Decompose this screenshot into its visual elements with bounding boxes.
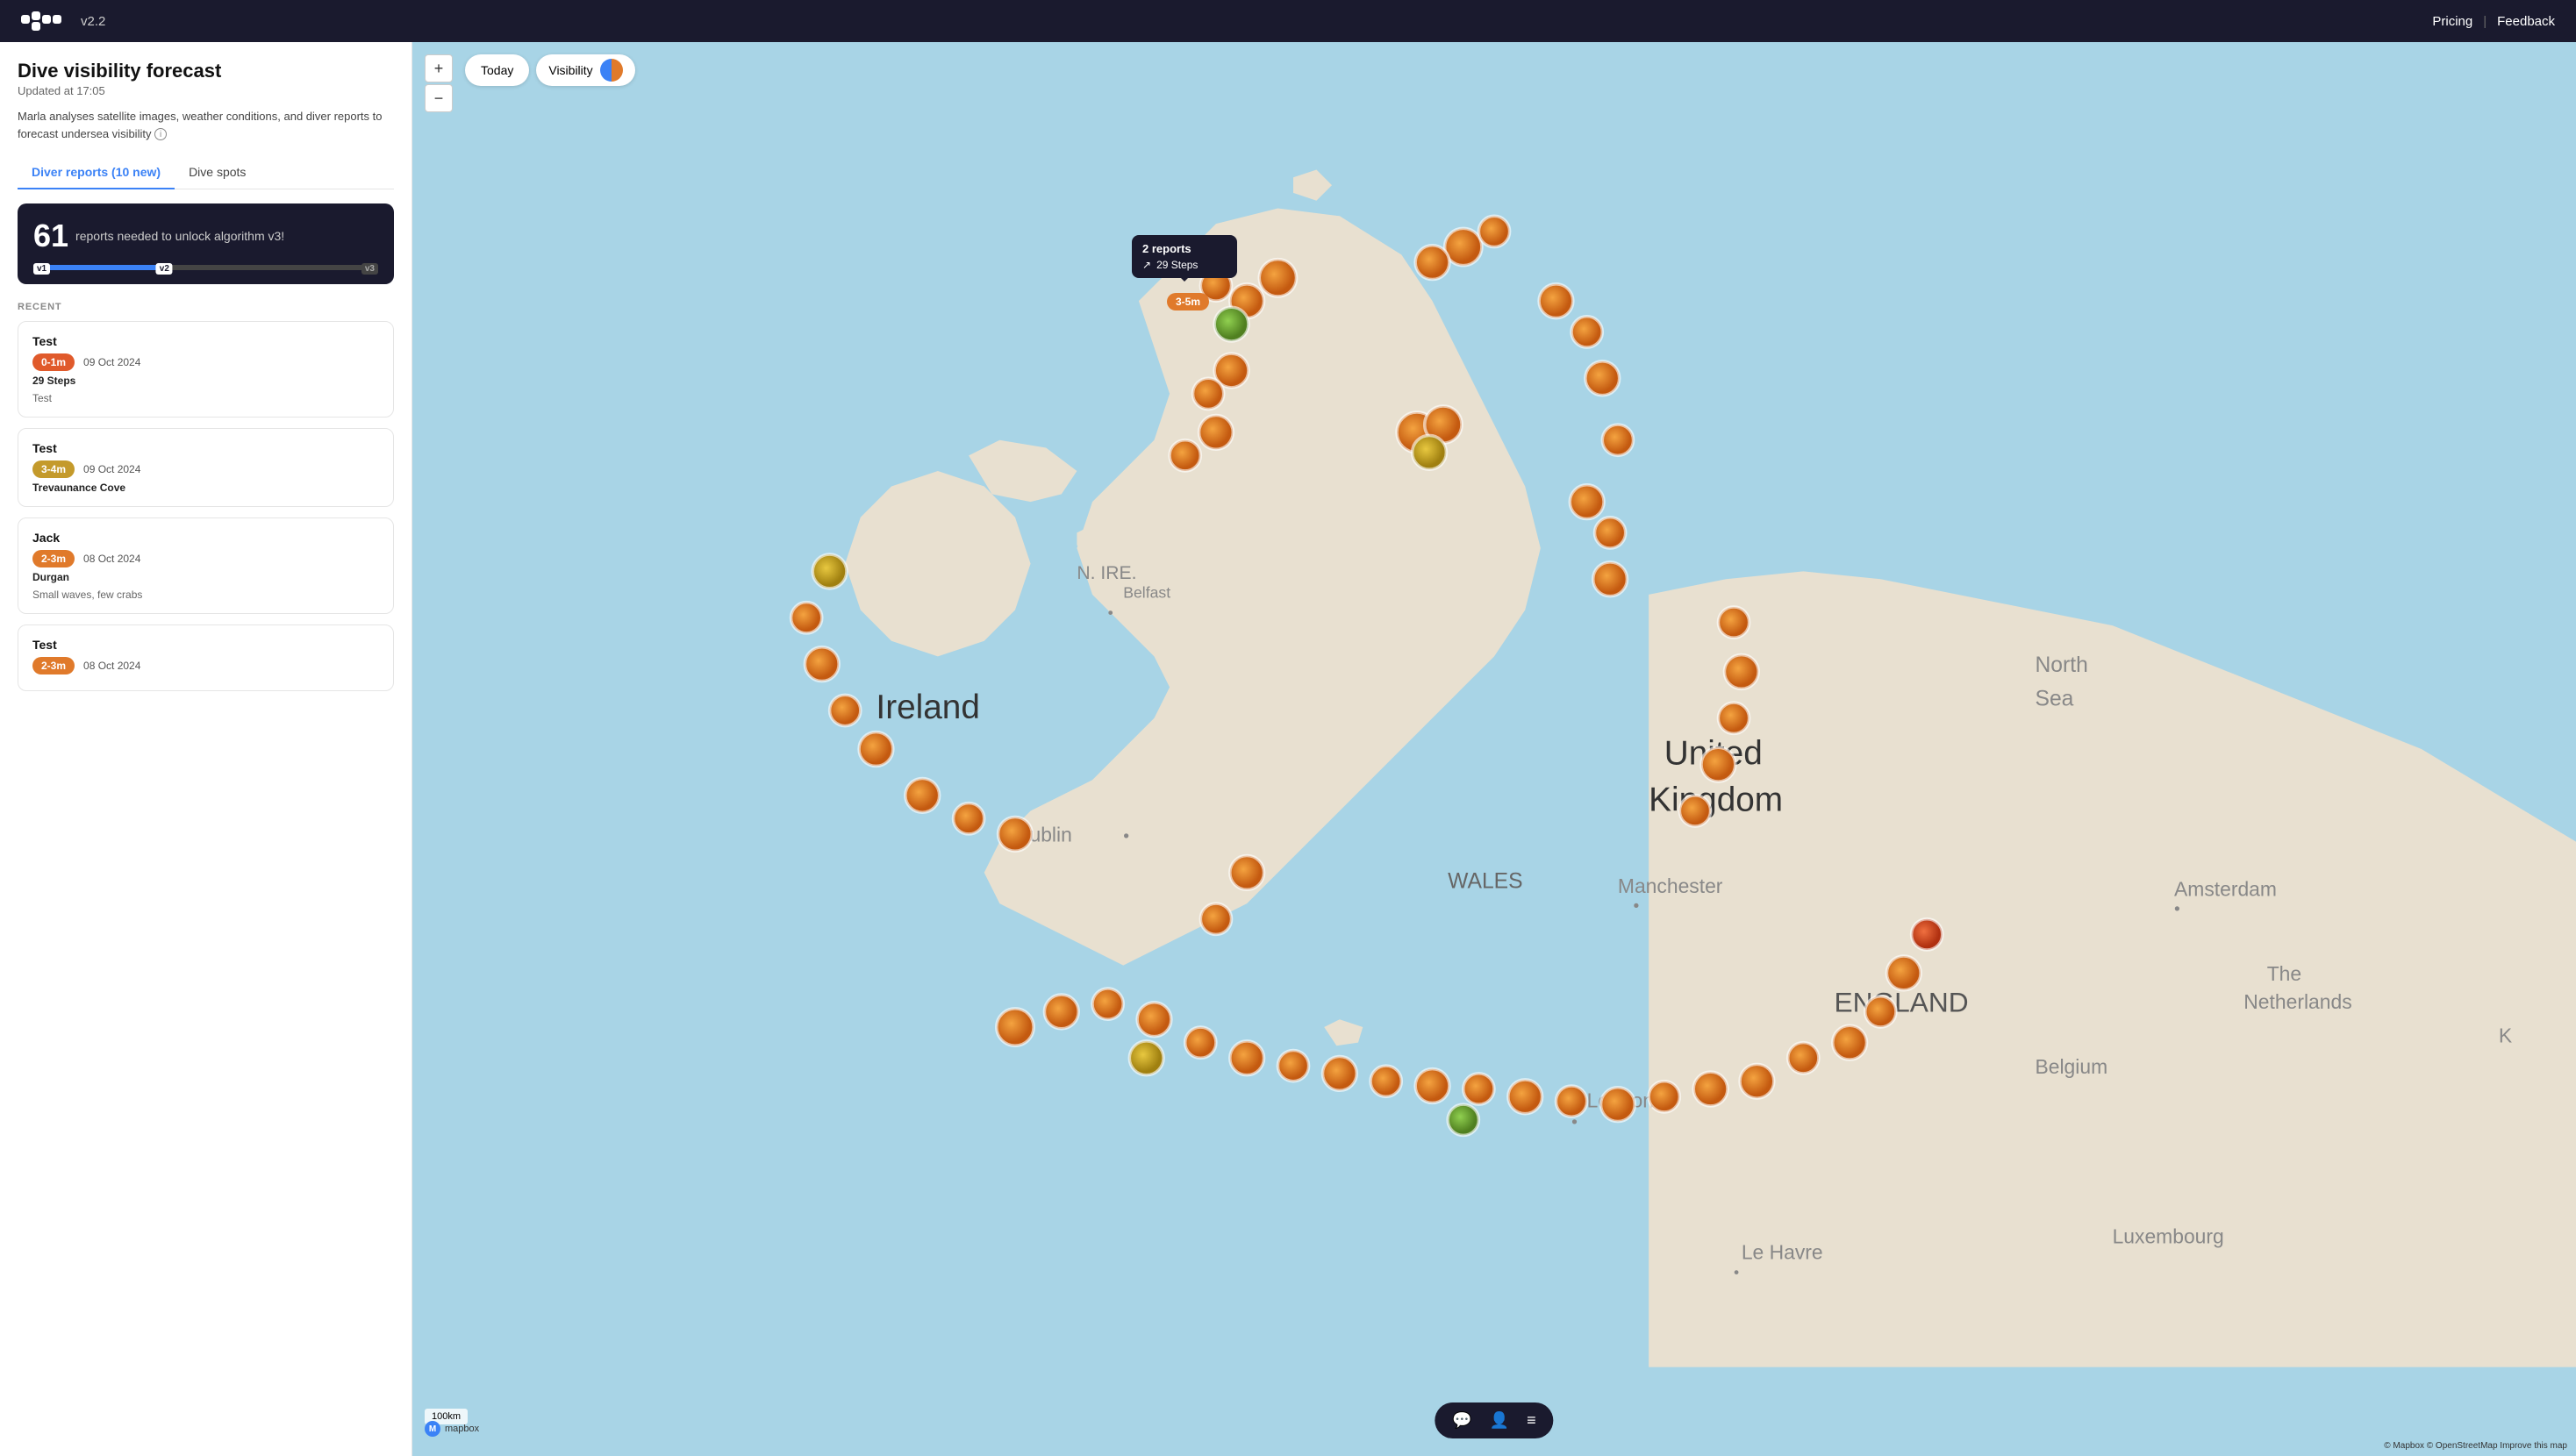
progress-track (33, 265, 378, 270)
recent-label: RECENT (18, 302, 394, 312)
svg-text:N. IRE.: N. IRE. (1077, 563, 1136, 583)
map-zoom-controls: + − (425, 54, 453, 112)
visibility-icon (600, 59, 623, 82)
report-location-1: Trevaunance Cove (32, 482, 379, 494)
svg-text:•: • (1123, 827, 1129, 846)
pricing-link[interactable]: Pricing (2432, 14, 2472, 29)
report-user-1: Test (32, 441, 379, 455)
progress-v2-label: v2 (156, 263, 173, 275)
bottom-chat-bar: 💬 👤 ≡ (1435, 1402, 1553, 1438)
report-location-2: Durgan (32, 571, 379, 583)
report-meta-row-3: 2-3m 08 Oct 2024 (32, 657, 379, 674)
report-note-2: Small waves, few crabs (32, 589, 379, 601)
sidebar: Dive visibility forecast Updated at 17:0… (0, 42, 412, 1456)
report-card-1[interactable]: Test 3-4m 09 Oct 2024 Trevaunance Cove (18, 428, 394, 507)
svg-text:•: • (1734, 1263, 1739, 1281)
svg-text:Kingdom: Kingdom (1649, 781, 1783, 818)
mapbox-label: mapbox (445, 1424, 479, 1434)
visibility-label: Visibility (548, 63, 592, 77)
zoom-out-button[interactable]: − (425, 84, 453, 112)
svg-text:K: K (2499, 1024, 2512, 1047)
counter-number: 61 (33, 218, 68, 254)
app-version: v2.2 (81, 14, 105, 29)
zoom-in-button[interactable]: + (425, 54, 453, 82)
report-user-0: Test (32, 334, 379, 348)
report-card[interactable]: Test 0-1m 09 Oct 2024 29 Steps Test (18, 321, 394, 418)
visibility-badge-1: 3-4m (32, 460, 75, 478)
svg-text:The: The (2267, 962, 2301, 985)
svg-text:WALES: WALES (1448, 870, 1522, 894)
report-meta-row-0: 0-1m 09 Oct 2024 (32, 353, 379, 371)
report-user-3: Test (32, 638, 379, 652)
nav-divider: | (2483, 14, 2487, 29)
progress-bar-wrap: v1 v2 v3 (33, 265, 378, 270)
svg-text:•: • (1108, 603, 1113, 621)
sidebar-inner: Dive visibility forecast Updated at 17:0… (0, 42, 411, 1456)
report-card-2[interactable]: Jack 2-3m 08 Oct 2024 Durgan Small waves… (18, 517, 394, 614)
counter-text: reports needed to unlock algorithm v3! (75, 229, 284, 243)
report-note-0: Test (32, 392, 379, 404)
menu-icon[interactable]: ≡ (1527, 1411, 1536, 1430)
tab-diver-reports[interactable]: Diver reports (10 new) (18, 156, 175, 189)
report-location-0: 29 Steps (32, 375, 379, 387)
svg-text:Le Havre: Le Havre (1742, 1240, 1823, 1263)
map-visibility-chip: 3-5m (1167, 293, 1209, 310)
map-tooltip: 2 reports ↗ 29 Steps (1132, 235, 1237, 278)
svg-text:North: North (2036, 653, 2088, 677)
map-area[interactable]: United Kingdom Ireland ENGLAND WALES Nor… (412, 42, 2576, 1456)
feedback-link[interactable]: Feedback (2497, 14, 2555, 29)
steps-icon: ↗ (1142, 259, 1151, 271)
progress-fill (33, 265, 171, 270)
svg-text:Amsterdam: Amsterdam (2174, 877, 2277, 900)
map-background: United Kingdom Ireland ENGLAND WALES Nor… (412, 42, 2576, 1456)
progress-v1-label: v1 (33, 263, 50, 275)
counter-row: 61 reports needed to unlock algorithm v3… (33, 218, 378, 254)
report-meta-row-2: 2-3m 08 Oct 2024 (32, 550, 379, 567)
nav-right: Pricing | Feedback (2432, 14, 2555, 29)
logo-icon (21, 11, 67, 32)
description-text: Marla analyses satellite images, weather… (18, 108, 394, 142)
people-icon[interactable]: 👤 (1490, 1411, 1509, 1430)
svg-text:•: • (2174, 899, 2180, 918)
main-layout: Dive visibility forecast Updated at 17:0… (0, 42, 2576, 1456)
svg-text:Belfast: Belfast (1123, 583, 1170, 601)
visibility-badge-3: 2-3m (32, 657, 75, 674)
report-date-2: 08 Oct 2024 (83, 553, 140, 565)
svg-text:Luxembourg: Luxembourg (2113, 1225, 2224, 1248)
logo-area: v2.2 (21, 11, 105, 32)
visibility-badge-0: 0-1m (32, 353, 75, 371)
tooltip-steps: ↗ 29 Steps (1142, 259, 1227, 271)
today-button[interactable]: Today (465, 54, 529, 86)
report-user-2: Jack (32, 531, 379, 545)
report-date-1: 09 Oct 2024 (83, 463, 140, 475)
top-navigation: v2.2 Pricing | Feedback (0, 0, 2576, 42)
report-card-3[interactable]: Test 2-3m 08 Oct 2024 (18, 625, 394, 691)
tab-bar: Diver reports (10 new) Dive spots (18, 156, 394, 189)
steps-text: 29 Steps (1156, 259, 1198, 271)
report-date-0: 09 Oct 2024 (83, 356, 140, 368)
svg-text:Manchester: Manchester (1618, 874, 1723, 897)
visibility-badge-2: 2-3m (32, 550, 75, 567)
page-title: Dive visibility forecast (18, 60, 394, 82)
svg-text:Belgium: Belgium (2036, 1055, 2108, 1078)
tab-dive-spots[interactable]: Dive spots (175, 156, 260, 189)
counter-box: 61 reports needed to unlock algorithm v3… (18, 203, 394, 284)
info-icon[interactable]: i (154, 128, 167, 140)
svg-text:Ireland: Ireland (876, 689, 979, 726)
mapbox-logo-icon: M (425, 1421, 440, 1437)
svg-text:Netherlands: Netherlands (2243, 990, 2351, 1013)
chat-icon[interactable]: 💬 (1452, 1411, 1471, 1430)
mapbox-logo: M mapbox (425, 1421, 479, 1437)
visibility-toggle[interactable]: Visibility (536, 54, 634, 86)
map-top-controls: Today Visibility (465, 54, 635, 86)
svg-text:Sea: Sea (2036, 688, 2074, 711)
report-date-3: 08 Oct 2024 (83, 660, 140, 672)
report-meta-row-1: 3-4m 09 Oct 2024 (32, 460, 379, 478)
updated-time: Updated at 17:05 (18, 84, 394, 97)
svg-text:•: • (1634, 896, 1640, 916)
tooltip-reports: 2 reports (1142, 242, 1227, 255)
progress-v3-label: v3 (361, 263, 378, 275)
map-attribution: © Mapbox © OpenStreetMap Improve this ma… (2384, 1441, 2567, 1451)
